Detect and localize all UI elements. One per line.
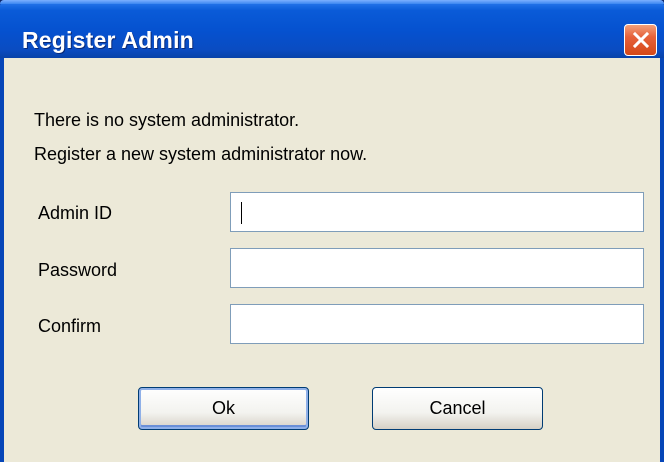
close-icon <box>632 31 650 49</box>
cancel-button[interactable]: Cancel <box>372 387 543 430</box>
text-caret <box>241 202 242 224</box>
window-title: Register Admin <box>22 27 194 53</box>
confirm-password-input[interactable] <box>230 304 644 344</box>
confirm-label: Confirm <box>38 316 102 336</box>
password-input[interactable] <box>230 248 644 288</box>
title-bar[interactable]: Register Admin <box>0 0 664 58</box>
admin-id-input[interactable] <box>230 192 644 232</box>
register-admin-dialog: Register Admin There is no system admini… <box>0 0 664 462</box>
close-button[interactable] <box>624 24 657 56</box>
ok-button[interactable]: Ok <box>138 387 309 430</box>
admin-id-label: Admin ID <box>38 203 113 223</box>
password-label: Password <box>38 260 118 280</box>
message-line-2: Register a new system administrator now. <box>34 144 368 164</box>
window-border-right <box>660 58 664 462</box>
message-line-1: There is no system administrator. <box>34 110 300 130</box>
